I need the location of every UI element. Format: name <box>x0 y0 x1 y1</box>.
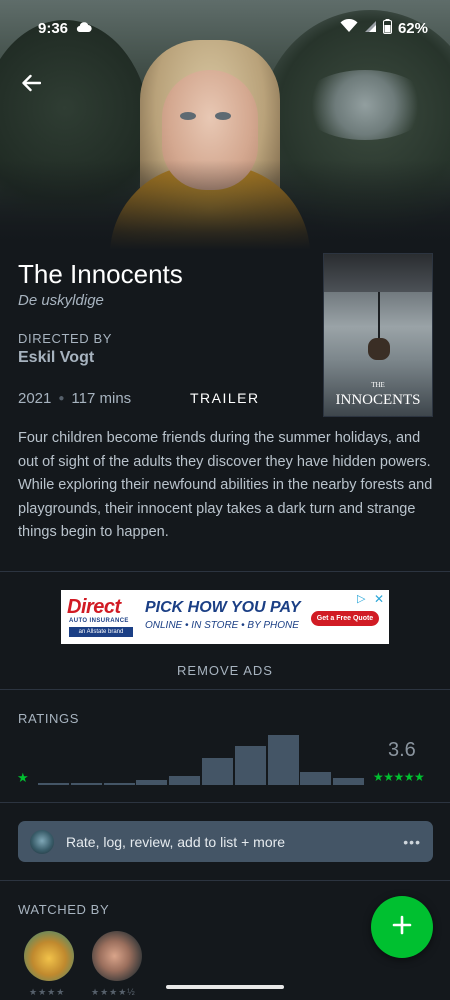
ad-subline: ONLINE • IN STORE • BY PHONE <box>145 620 299 631</box>
histogram-bar <box>234 746 266 785</box>
home-indicator[interactable] <box>166 985 284 989</box>
arrow-left-icon <box>21 74 42 97</box>
ad-headline: PICK HOW YOU PAY <box>145 599 301 616</box>
trailer-button[interactable]: TRAILER <box>190 390 260 406</box>
ratings-label: RATINGS <box>18 711 80 726</box>
cloud-icon <box>76 20 92 37</box>
one-star-icon: ★ <box>17 770 29 785</box>
poster-the-text: THE <box>371 381 385 389</box>
wifi-icon <box>340 18 358 37</box>
user-avatar <box>30 829 54 854</box>
ad-brand: Direct <box>67 596 121 618</box>
ad-banner[interactable]: Direct AUTO INSURANCE an Allstate brand … <box>61 590 389 644</box>
ad-cta-button[interactable]: Get a Free Quote <box>311 611 379 626</box>
histogram-bar <box>169 776 201 785</box>
five-stars-icon: ★★★★★ <box>373 770 425 784</box>
adchoices-icon[interactable]: ▷ <box>357 592 371 606</box>
histogram-bar <box>136 780 168 785</box>
ad-brand-tag: an Allstate brand <box>69 627 133 637</box>
friend-avatar[interactable] <box>24 931 74 981</box>
directed-by-label: DIRECTED BY <box>18 331 113 346</box>
release-year[interactable]: 2021 <box>18 390 51 407</box>
histogram-bar <box>202 758 233 785</box>
divider <box>0 571 450 572</box>
ad-close-icon[interactable]: ✕ <box>372 592 386 606</box>
status-time: 9:36 <box>38 19 69 37</box>
remove-ads-button[interactable]: REMOVE ADS <box>0 663 450 678</box>
signal-icon <box>364 20 377 37</box>
ad-brand-sub: AUTO INSURANCE <box>69 618 129 624</box>
histogram-bar <box>300 772 332 785</box>
histogram-bar <box>38 783 69 785</box>
battery-icon <box>382 18 392 38</box>
rate-log-review-button[interactable]: Rate, log, review, add to list + more ••… <box>18 821 433 862</box>
film-meta: 2021 ● 117 mins <box>18 390 131 407</box>
histogram-bar <box>103 783 135 785</box>
friend-rating: ★★★★ <box>29 987 66 997</box>
histogram-bar <box>70 783 102 785</box>
film-title: The Innocents <box>18 259 183 289</box>
divider <box>0 880 450 881</box>
original-title: De uskyldige <box>18 292 104 309</box>
battery-percent: 62% <box>397 19 428 37</box>
action-label: Rate, log, review, add to list + more <box>66 833 286 850</box>
synopsis[interactable]: Four children become friends during the … <box>18 427 434 545</box>
separator-dot: ● <box>58 393 65 404</box>
director-link[interactable]: Eskil Vogt <box>18 349 94 367</box>
status-bar: 9:36 62% <box>0 0 450 56</box>
friend-avatar[interactable] <box>92 931 142 981</box>
runtime: 117 mins <box>71 390 132 407</box>
histogram-bar <box>267 735 299 785</box>
histogram-bar <box>333 778 365 785</box>
divider <box>0 689 450 690</box>
add-fab-button[interactable] <box>371 896 433 958</box>
plus-icon <box>392 915 412 940</box>
friend-rating: ★★★★½ <box>91 987 136 997</box>
poster-image[interactable]: THE INNOCENTS <box>323 253 433 417</box>
divider <box>0 802 450 803</box>
more-options-icon[interactable]: ••• <box>403 834 421 850</box>
average-rating[interactable]: 3.6 <box>388 739 416 762</box>
ratings-histogram[interactable] <box>38 733 365 785</box>
watched-by-label: WATCHED BY <box>18 902 110 917</box>
poster-title-text: INNOCENTS <box>335 392 421 408</box>
back-button[interactable] <box>16 70 46 100</box>
